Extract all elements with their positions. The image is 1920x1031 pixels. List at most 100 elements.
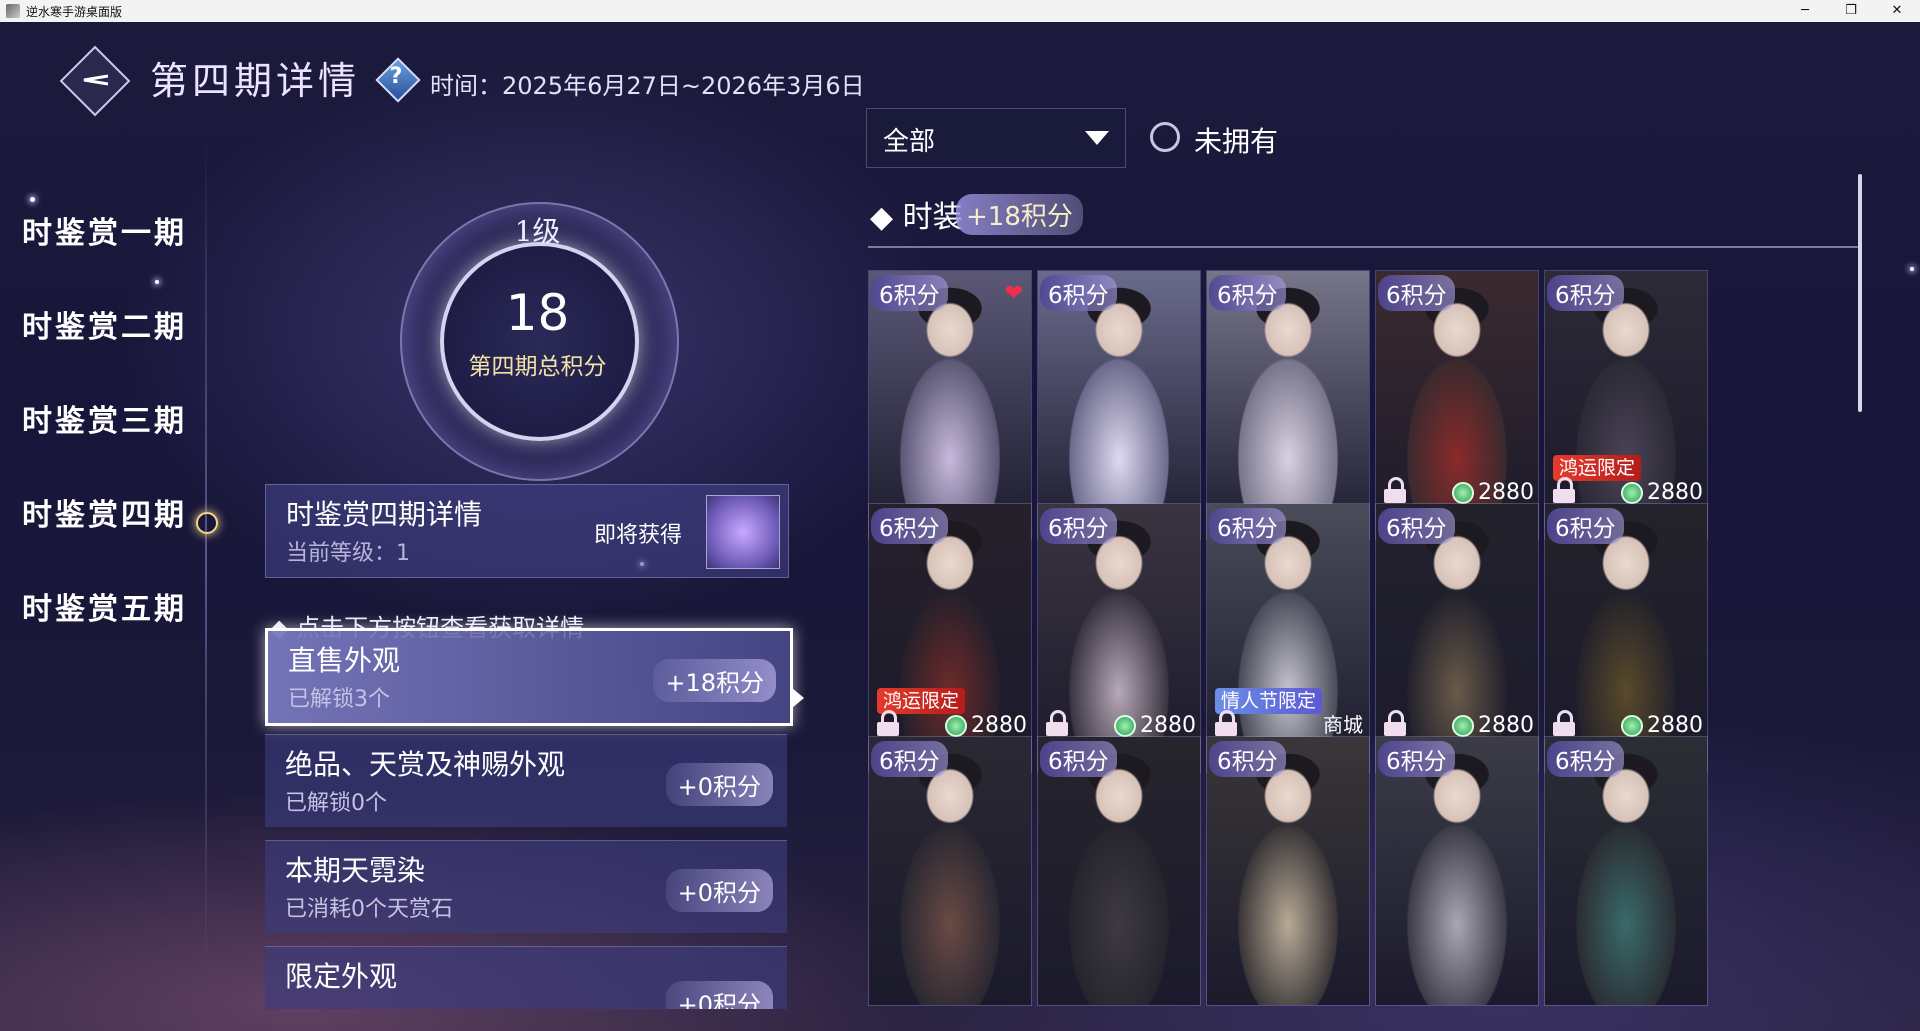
price-value: 2880 <box>1140 713 1196 738</box>
active-indicator-icon <box>196 512 218 534</box>
source-dye[interactable]: 本期天霓染 已消耗0个天赏石 +0积分 <box>265 840 787 933</box>
costume-card[interactable]: 6积分2880墨书痴狐 <box>1037 503 1201 773</box>
costume-card[interactable]: 6积分靛蓝沉汐 <box>1037 270 1201 540</box>
costume-figure-image <box>1376 737 1538 1005</box>
source-points: +0积分 <box>665 763 773 806</box>
total-score: 18 <box>505 284 570 342</box>
price-value: 2880 <box>1647 713 1703 738</box>
costume-figure-image <box>869 737 1031 1005</box>
costume-points: 6积分 <box>1547 508 1624 544</box>
costume-figure-image <box>1545 737 1707 1005</box>
source-limited[interactable]: 限定外观 +0积分 <box>265 946 787 1009</box>
level-label: 1级 <box>514 215 561 248</box>
category-dropdown[interactable]: 全部 <box>866 108 1126 168</box>
detail-title: 时鉴赏四期详情 <box>286 498 483 531</box>
lock-icon <box>1215 710 1237 736</box>
scrollbar[interactable] <box>1858 174 1862 412</box>
window-titlebar: 逆水寒手游桌面版 ─ ❐ ✕ <box>0 0 1920 22</box>
source-points: +18积分 <box>653 659 776 702</box>
costume-grid: 6积分❤摩登风尚6积分靛蓝沉汐6积分逸夏浮澜6积分2880元夕浮焰6积分鸿运限定… <box>868 270 1858 1012</box>
total-score-label: 第四期总积分 <box>468 354 607 380</box>
lock-icon <box>1384 710 1406 736</box>
help-button[interactable]: ? <box>375 57 421 103</box>
back-arrow-icon <box>83 74 109 86</box>
lock-icon <box>877 710 899 736</box>
section-title: ◆ 时装 <box>870 200 963 235</box>
unowned-label[interactable]: 未拥有 <box>1194 120 1278 160</box>
nav-divider <box>205 132 207 972</box>
costume-figure-image <box>1207 737 1369 1005</box>
costume-card[interactable]: 6积分❤摩登风尚 <box>868 270 1032 540</box>
sparkle-decoration <box>30 197 35 202</box>
costume-card[interactable]: 6积分鸿运限定2880龙御八荒 <box>868 503 1032 773</box>
source-sub: 已解锁3个 <box>288 687 390 712</box>
nav-item-period-1[interactable]: 时鉴赏一期 <box>22 208 187 252</box>
costume-price: 2880 <box>1621 713 1703 738</box>
costume-card[interactable]: 6积分 <box>868 736 1032 1006</box>
costume-points: 6积分 <box>871 741 948 777</box>
costume-card[interactable]: 6积分逸夏浮澜 <box>1206 270 1370 540</box>
costume-points: 6积分 <box>1209 275 1286 311</box>
costume-card[interactable]: 6积分 <box>1544 736 1708 1006</box>
current-level: 当前等级：1 <box>286 541 410 566</box>
level-ring: 1级 18 第四期总积分 <box>400 202 679 481</box>
lock-icon <box>1553 477 1575 503</box>
selected-arrow-icon <box>792 688 804 708</box>
back-button[interactable] <box>59 45 131 117</box>
costume-card[interactable]: 6积分2880元夕浮焰 <box>1375 270 1539 540</box>
chevron-down-icon <box>1085 131 1109 145</box>
costume-price: 2880 <box>1114 713 1196 738</box>
shop-source-label: 商城 <box>1323 713 1363 737</box>
category-selected: 全部 <box>883 127 936 157</box>
costume-card[interactable]: 6积分情人节限定商城星棱银迹 <box>1206 503 1370 773</box>
costume-figure-image <box>1038 271 1200 539</box>
section-points: +18积分 <box>956 194 1083 235</box>
source-sub: 已消耗0个天赏石 <box>285 897 453 922</box>
jade-currency-icon <box>1621 714 1643 737</box>
lock-icon <box>1046 710 1068 736</box>
source-premium[interactable]: 绝品、天赏及神赐外观 已解锁0个 +0积分 <box>265 734 787 827</box>
nav-item-period-2[interactable]: 时鉴赏二期 <box>22 302 187 346</box>
source-direct-sale[interactable]: 直售外观 已解锁3个 +18积分 <box>265 628 793 726</box>
costume-card[interactable]: 6积分2880蜃沙神怜 <box>1375 503 1539 773</box>
costume-points: 6积分 <box>1547 275 1624 311</box>
main-stage: 第四期详情 ? 时间：2025年6月27日~2026年3月6日 时鉴赏一期 时鉴… <box>0 22 1920 1031</box>
upcoming-reward-icon[interactable] <box>706 495 780 569</box>
close-button[interactable]: ✕ <box>1874 0 1920 22</box>
favorite-heart-icon[interactable]: ❤ <box>1005 281 1023 306</box>
source-points: +0积分 <box>665 981 773 1009</box>
price-value: 2880 <box>1478 713 1534 738</box>
costume-points: 6积分 <box>1547 741 1624 777</box>
source-title: 直售外观 <box>288 644 401 677</box>
period-detail-card[interactable]: 时鉴赏四期详情 当前等级：1 即将获得 <box>265 484 789 578</box>
period-text: 时间：2025年6月27日~2026年3月6日 <box>430 72 865 100</box>
nav-item-period-5[interactable]: 时鉴赏五期 <box>22 584 187 628</box>
page-title: 第四期详情 <box>150 59 361 103</box>
unowned-radio[interactable] <box>1150 122 1180 152</box>
jade-currency-icon <box>945 714 967 737</box>
jade-currency-icon <box>1452 714 1474 737</box>
lock-icon <box>1384 477 1406 503</box>
costume-card[interactable]: 6积分 <box>1206 736 1370 1006</box>
jade-currency-icon <box>1621 481 1643 504</box>
costume-figure-image <box>1038 737 1200 1005</box>
help-icon: ? <box>389 64 403 89</box>
costume-figure-image <box>869 271 1031 539</box>
costume-points: 6积分 <box>1040 275 1117 311</box>
costume-points: 6积分 <box>1209 508 1286 544</box>
window-title: 逆水寒手游桌面版 <box>26 4 123 19</box>
costume-card[interactable]: 6积分鸿运限定2880狂纵驰野 <box>1544 270 1708 540</box>
costume-points: 6积分 <box>1040 508 1117 544</box>
nav-item-period-3[interactable]: 时鉴赏三期 <box>22 396 187 440</box>
nav-item-period-4[interactable]: 时鉴赏四期 <box>22 490 187 534</box>
source-sub: 已解锁0个 <box>285 791 387 816</box>
costume-points: 6积分 <box>871 508 948 544</box>
restore-button[interactable]: ❐ <box>1828 0 1874 22</box>
source-title: 绝品、天赏及神赐外观 <box>285 748 566 781</box>
costume-card[interactable]: 6积分 <box>1375 736 1539 1006</box>
costume-points: 6积分 <box>1378 508 1455 544</box>
price-value: 2880 <box>1647 480 1703 505</box>
minimize-button[interactable]: ─ <box>1782 0 1828 22</box>
costume-card[interactable]: 6积分 <box>1037 736 1201 1006</box>
costume-card[interactable]: 6积分2880楚威傲世 <box>1544 503 1708 773</box>
